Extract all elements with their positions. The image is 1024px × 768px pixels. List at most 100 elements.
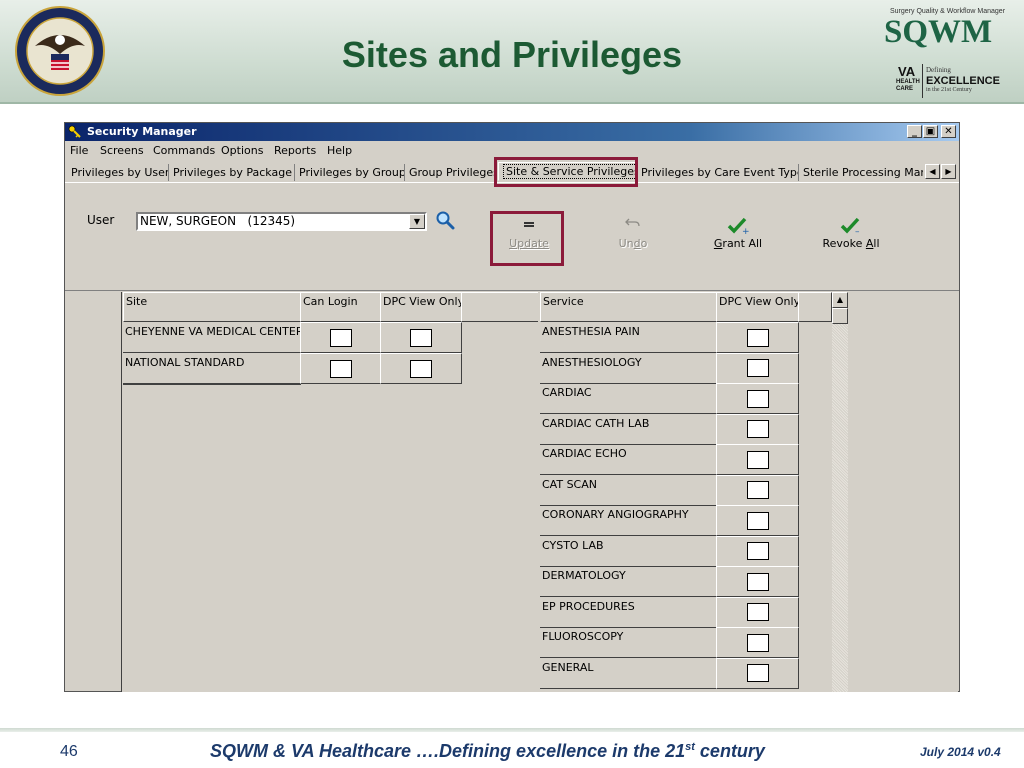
service-row-name[interactable]: EP PROCEDURES	[540, 596, 717, 628]
user-label: User	[87, 213, 115, 227]
grant-all-button[interactable]: + Grant All	[703, 217, 773, 250]
site-row-dpc-view-only	[380, 322, 462, 353]
sqwm-logo: Surgery Quality & Workflow Manager SQWM …	[884, 6, 1012, 98]
grid-top-divider	[65, 290, 959, 291]
undo-button[interactable]: Undo	[598, 217, 668, 250]
service-row-dpc-view-only	[716, 474, 799, 506]
service-row-name[interactable]: CARDIAC ECHO	[540, 444, 717, 475]
highlight-tab-box	[494, 157, 638, 187]
footer-date: July 2014 v0.4	[920, 745, 1001, 759]
logo-health-care: HEALTH CARE	[896, 79, 920, 92]
service-row-name[interactable]: FLUOROSCOPY	[540, 627, 717, 658]
window-titlebar[interactable]: Security Manager _ ▣ ✕	[65, 123, 959, 141]
sites-grid-left-border	[121, 292, 122, 692]
chevron-down-icon[interactable]: ▼	[409, 214, 425, 229]
can-login-checkbox[interactable]	[329, 328, 352, 347]
service-row-name[interactable]: ANESTHESIOLOGY	[540, 352, 717, 384]
user-select[interactable]: NEW, SURGEON (12345) ▼	[136, 212, 427, 231]
svg-text:+: +	[742, 227, 749, 235]
sites-header-dpc-view-only[interactable]: DPC View Only	[380, 292, 462, 322]
undo-icon	[598, 217, 668, 235]
revoke-all-check-icon: –	[816, 217, 886, 237]
dpc-view-only-checkbox[interactable]	[746, 603, 769, 621]
grant-all-label: Grant All	[713, 237, 763, 250]
dpc-view-only-checkbox[interactable]	[746, 420, 769, 438]
dpc-view-only-checkbox[interactable]	[746, 664, 769, 682]
services-header-blank	[798, 292, 832, 322]
close-button[interactable]: ✕	[941, 125, 956, 138]
dpc-view-only-checkbox[interactable]	[746, 481, 769, 499]
dpc-view-only-checkbox[interactable]	[746, 572, 769, 591]
service-row-dpc-view-only	[716, 383, 799, 414]
search-icon[interactable]	[435, 210, 455, 230]
menu-help[interactable]: Help	[327, 144, 352, 157]
footer-tagline: SQWM & VA Healthcare ….Defining excellen…	[210, 741, 765, 761]
menu-file[interactable]: File	[70, 144, 88, 157]
site-row-can-login	[300, 353, 381, 384]
minimize-button[interactable]: _	[907, 125, 922, 138]
dpc-view-only-checkbox[interactable]	[410, 328, 432, 347]
menu-options[interactable]: Options	[221, 144, 263, 157]
sites-header-blank	[461, 292, 539, 322]
tab-privileges-by-user[interactable]: Privileges by User	[67, 164, 169, 181]
sites-header-can-login[interactable]: Can Login	[300, 292, 381, 322]
service-row-name[interactable]: ANESTHESIA PAIN	[540, 322, 717, 353]
tab-privileges-by-package[interactable]: Privileges by Package	[169, 164, 295, 181]
service-row-dpc-view-only	[716, 535, 799, 567]
restore-button[interactable]: ▣	[923, 125, 938, 138]
tab-scroll-right-icon[interactable]: ▶	[941, 164, 956, 179]
service-row-dpc-view-only	[716, 566, 799, 597]
key-icon	[68, 125, 81, 138]
service-row-name[interactable]: CYSTO LAB	[540, 535, 717, 567]
dpc-view-only-checkbox[interactable]	[410, 359, 432, 378]
services-vertical-scrollbar[interactable]: ▲	[832, 292, 848, 692]
tab-privileges-by-group[interactable]: Privileges by Group	[295, 164, 405, 181]
dpc-view-only-checkbox[interactable]	[746, 328, 769, 347]
sites-header-site[interactable]: Site	[123, 292, 301, 322]
dpc-view-only-checkbox[interactable]	[746, 542, 769, 560]
dpc-view-only-checkbox[interactable]	[746, 359, 769, 377]
service-row-dpc-view-only	[716, 352, 799, 384]
logo-divider	[922, 64, 923, 98]
dpc-view-only-checkbox[interactable]	[746, 633, 769, 652]
site-row-name[interactable]: CHEYENNE VA MEDICAL CENTER	[123, 322, 301, 353]
services-header-service[interactable]: Service	[540, 292, 717, 322]
services-header-dpc-view-only[interactable]: DPC View Only	[716, 292, 799, 322]
service-row-dpc-view-only	[716, 596, 799, 628]
service-row-name[interactable]: CARDIAC	[540, 383, 717, 414]
tab-scroll-left-icon[interactable]: ◀	[925, 164, 940, 179]
tab-privileges-by-care-event-type[interactable]: Privileges by Care Event Type	[637, 164, 799, 181]
revoke-all-button[interactable]: – Revoke All	[816, 217, 886, 250]
svg-text:–: –	[855, 227, 860, 235]
service-row-name[interactable]: CAT SCAN	[540, 474, 717, 506]
service-row-name[interactable]: GENERAL	[540, 657, 717, 689]
dpc-view-only-checkbox[interactable]	[746, 511, 769, 530]
slide-title: Sites and Privileges	[341, 34, 683, 75]
logo-name: SQWM	[884, 14, 993, 50]
service-row-dpc-view-only	[716, 627, 799, 658]
menu-reports[interactable]: Reports	[274, 144, 316, 157]
scroll-thumb[interactable]	[832, 308, 848, 324]
service-row-name[interactable]: DERMATOLOGY	[540, 566, 717, 597]
service-row-name[interactable]: CARDIAC CATH LAB	[540, 413, 717, 445]
dpc-view-only-checkbox[interactable]	[746, 389, 769, 408]
site-row-dpc-view-only	[380, 353, 462, 384]
menu-commands[interactable]: Commands	[153, 144, 215, 157]
services-grid: Service DPC View Only ANESTHESIA PAIN ANE…	[538, 292, 958, 692]
service-row-dpc-view-only	[716, 657, 799, 689]
service-row-name[interactable]: CORONARY ANGIOGRAPHY	[540, 505, 717, 536]
undo-label: Undo	[618, 237, 648, 250]
site-row-can-login	[300, 322, 381, 353]
tab-group-privileges[interactable]: Group Privileges	[405, 164, 497, 181]
menu-screens[interactable]: Screens	[100, 144, 144, 157]
can-login-checkbox[interactable]	[329, 359, 352, 378]
site-row-name[interactable]: NATIONAL STANDARD	[123, 353, 301, 384]
slide-header: Sites and Privileges Surgery Quality & W…	[0, 0, 1024, 104]
scroll-up-icon[interactable]: ▲	[832, 292, 848, 308]
dpc-view-only-checkbox[interactable]	[746, 450, 769, 469]
footer-divider	[0, 728, 1024, 732]
sites-rows-end-line	[123, 384, 301, 385]
security-manager-window: Security Manager _ ▣ ✕ File Screens Comm…	[64, 122, 960, 692]
tab-sterile-processing[interactable]: Sterile Processing Mana	[799, 164, 923, 181]
grant-all-check-icon: +	[703, 217, 773, 237]
